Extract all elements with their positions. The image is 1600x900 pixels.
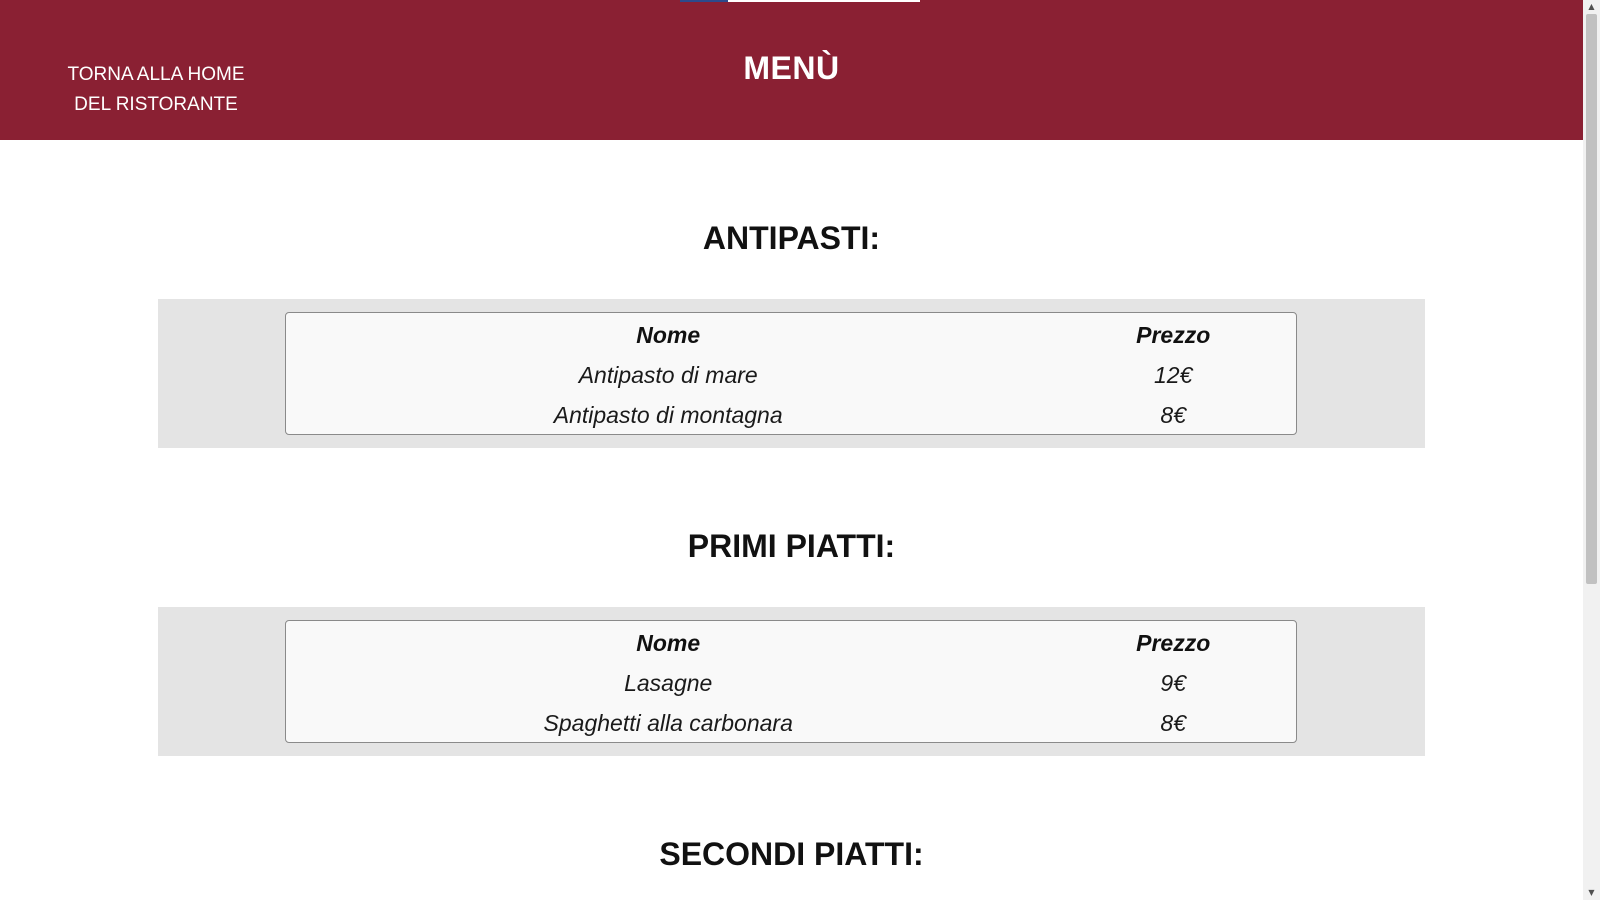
site-header: TORNA ALLA HOME DEL RISTORANTE MENÙ: [0, 0, 1583, 140]
section-title-secondi-piatti: SECONDI PIATTI:: [659, 836, 924, 872]
dish-name: Antipasto di montagna: [553, 401, 783, 428]
dish-name: Antipasto di mare: [578, 361, 758, 388]
dish-price: 8€: [1160, 709, 1186, 736]
scroll-up-arrow-icon[interactable]: ▲: [1583, 0, 1600, 14]
table-row: Antipasto di mare 12€: [286, 355, 1296, 395]
dish-price: 12€: [1154, 361, 1193, 388]
section-title-antipasti: ANTIPASTI:: [702, 220, 881, 256]
scrollbar-thumb[interactable]: [1586, 14, 1597, 584]
table-row: Lasagne 9€: [286, 663, 1296, 703]
menu-page: TORNA ALLA HOME DEL RISTORANTE MENÙ ANTI…: [0, 0, 1583, 900]
table-row: Spaghetti alla carbonara 8€: [286, 703, 1296, 743]
menu-table-antipasti: Nome Prezzo Antipasto di mare 12€ Antipa…: [285, 312, 1297, 435]
table-row: Antipasto di montagna 8€: [286, 395, 1296, 435]
scroll-down-arrow-icon[interactable]: ▼: [1583, 886, 1600, 900]
dish-name: Lasagne: [624, 669, 713, 696]
table-header-row: Nome Prezzo: [286, 621, 1296, 663]
column-header-name: Nome: [636, 629, 701, 656]
table-header-row: Nome Prezzo: [286, 313, 1296, 355]
dish-price: 9€: [1160, 669, 1186, 696]
page-title: MENÙ: [743, 50, 840, 86]
header-top-strip-accent: [680, 0, 728, 2]
menu-table-primi-piatti: Nome Prezzo Lasagne 9€ Spaghetti alla ca…: [285, 620, 1297, 743]
column-header-price: Prezzo: [1136, 321, 1211, 348]
column-header-name: Nome: [636, 321, 701, 348]
section-title-primi-piatti: PRIMI PIATTI:: [687, 528, 896, 564]
vertical-scrollbar[interactable]: ▲ ▼: [1583, 0, 1600, 900]
dish-price: 8€: [1160, 401, 1186, 428]
column-header-price: Prezzo: [1136, 629, 1211, 656]
dish-name: Spaghetti alla carbonara: [543, 709, 793, 736]
